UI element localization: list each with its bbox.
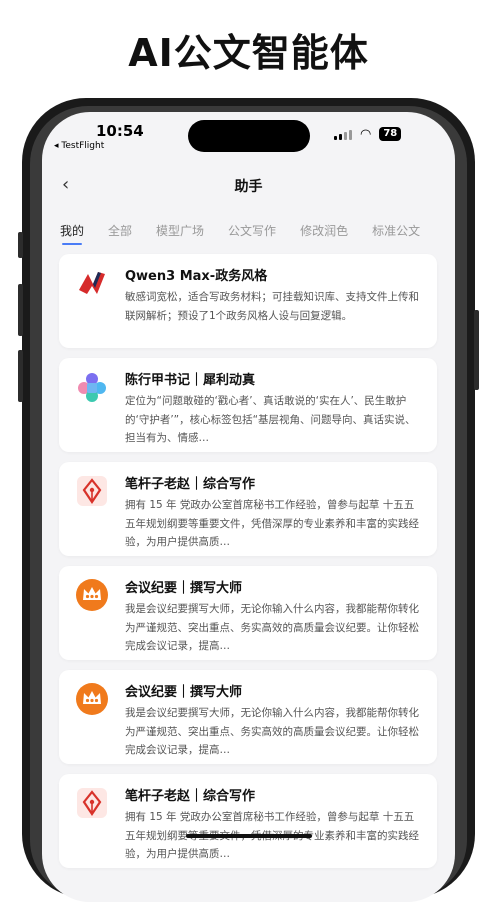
card-description: 定位为“问题敢碰的‘戳心者’、真话敢说的‘实在人’、民生敢护的‘守护者’”，核心… <box>125 395 416 444</box>
status-time: 10:54 <box>96 122 144 140</box>
app-screen: 10:54 ◂ TestFlight ◠ 78 ‹ 助手 我的 全部 模型广场 … <box>42 112 455 902</box>
card-title: 陈行甲书记｜犀利动真 <box>125 373 256 388</box>
tab-edit-polish[interactable]: 修改润色 <box>300 222 348 239</box>
assistant-card[interactable]: 会议纪要｜撰写大师 我是会议纪要撰写大师，无论你输入什么内容，我都能帮你转化为严… <box>59 670 437 764</box>
assistant-card[interactable]: 会议纪要｜撰写大师 我是会议纪要撰写大师，无论你输入什么内容，我都能帮你转化为严… <box>59 566 437 660</box>
card-description: 我是会议纪要撰写大师，无论你输入什么内容，我都能帮你转化为严谨规范、突出重点、务… <box>125 707 419 756</box>
tab-document-writing[interactable]: 公文写作 <box>228 222 276 239</box>
nav-bar: ‹ 助手 <box>42 170 455 200</box>
mute-switch <box>18 232 23 258</box>
category-tabs: 我的 全部 模型广场 公文写作 修改润色 标准公文 <box>60 222 444 245</box>
card-description: 敏感词宽松，适合写政务材料；可挂载知识库、支持文件上传和联网解析；预设了1个政务… <box>125 291 419 322</box>
card-title: Qwen3 Max-政务风格 <box>125 269 268 284</box>
wifi-icon: ◠ <box>360 126 372 142</box>
crown-icon <box>76 579 108 611</box>
assistant-card[interactable]: Qwen3 Max-政务风格 敏感词宽松，适合写政务材料；可挂载知识库、支持文件… <box>59 254 437 348</box>
pen-nib-icon <box>77 476 107 506</box>
card-description: 我是会议纪要撰写大师，无论你输入什么内容，我都能帮你转化为严谨规范、突出重点、务… <box>125 603 419 652</box>
puzzle-icon <box>78 373 106 402</box>
assistant-card[interactable]: 陈行甲书记｜犀利动真 定位为“问题敢碰的‘戳心者’、真话敢说的‘实在人’、民生敢… <box>59 358 437 452</box>
pen-nib-icon <box>77 788 107 818</box>
volume-down-button <box>18 350 23 402</box>
status-icons: ◠ 78 <box>334 126 402 142</box>
dynamic-island <box>188 120 310 152</box>
tab-standard-documents[interactable]: 标准公文 <box>372 222 420 239</box>
back-to-app-link[interactable]: ◂ TestFlight <box>54 141 104 151</box>
tab-all[interactable]: 全部 <box>108 222 132 239</box>
assistant-card[interactable]: 笔杆子老赵｜综合写作 拥有 15 年 党政办公室首席秘书工作经验，曾参与起草 十… <box>59 774 437 868</box>
tab-model-square[interactable]: 模型广场 <box>156 222 204 239</box>
card-title: 笔杆子老赵｜综合写作 <box>125 477 256 492</box>
home-indicator[interactable] <box>186 834 312 838</box>
cellular-signal-icon <box>334 129 352 140</box>
card-title: 笔杆子老赵｜综合写作 <box>125 789 256 804</box>
power-button <box>474 310 479 390</box>
assistant-card[interactable]: 笔杆子老赵｜综合写作 拥有 15 年 党政办公室首席秘书工作经验，曾参与起草 十… <box>59 462 437 556</box>
card-title: 会议纪要｜撰写大师 <box>125 581 243 596</box>
card-description: 拥有 15 年 党政办公室首席秘书工作经验，曾参与起草 十五五五年规划纲要等重要… <box>125 499 419 548</box>
card-title: 会议纪要｜撰写大师 <box>125 685 243 700</box>
tab-mine[interactable]: 我的 <box>60 222 84 245</box>
battery-icon: 78 <box>379 127 402 141</box>
volume-up-button <box>18 284 23 336</box>
crown-icon <box>76 683 108 715</box>
brand-logo-icon <box>79 272 105 294</box>
page-title: 助手 <box>234 179 263 195</box>
promo-headline: AI公文智能体 <box>128 31 369 75</box>
